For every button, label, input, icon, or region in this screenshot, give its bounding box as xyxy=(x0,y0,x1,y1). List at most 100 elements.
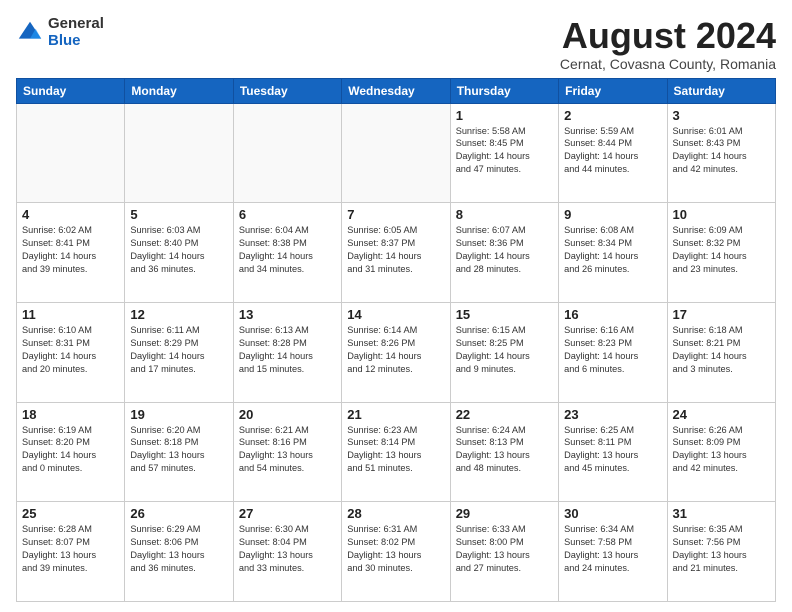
calendar-cell-w0-d0 xyxy=(17,103,125,203)
header-friday: Friday xyxy=(559,78,667,103)
calendar-cell-w3-d3: 21Sunrise: 6:23 AM Sunset: 8:14 PM Dayli… xyxy=(342,402,450,502)
header-thursday: Thursday xyxy=(450,78,558,103)
day-info: Sunrise: 6:15 AM Sunset: 8:25 PM Dayligh… xyxy=(456,324,553,376)
calendar-cell-w4-d2: 27 Sunrise: 6:30 AM Sunset: 8:04 PM Dayli… xyxy=(233,502,341,602)
day-info: Sunrise: 6:13 AM Sunset: 8:28 PM Dayligh… xyxy=(239,324,336,376)
calendar-cell-w1-d5: 9 Sunrise: 6:08 AM Sunset: 8:34 PM Daylig… xyxy=(559,203,667,303)
calendar-cell-w0-d3 xyxy=(342,103,450,203)
week-row-3: 11Sunrise: 6:10 AM Sunset: 8:31 PM Dayli… xyxy=(17,302,776,402)
logo-icon xyxy=(16,19,44,47)
calendar-cell-w3-d4: 22 Sunrise: 6:24 AM Sunset: 8:13 PM Dayli… xyxy=(450,402,558,502)
calendar-cell-w2-d6: 17 Sunrise: 6:18 AM Sunset: 8:21 PM Dayli… xyxy=(667,302,775,402)
day-info: Sunrise: 6:25 AM Sunset: 8:11 PM Dayligh… xyxy=(564,424,661,476)
calendar-cell-w0-d2 xyxy=(233,103,341,203)
day-info: Sunrise: 6:02 AM Sunset: 8:41 PM Dayligh… xyxy=(22,224,119,276)
calendar-cell-w3-d1: 19 Sunrise: 6:20 AM Sunset: 8:18 PM Dayli… xyxy=(125,402,233,502)
day-info: Sunrise: 6:35 AM Sunset: 7:56 PM Dayligh… xyxy=(673,523,770,575)
day-number: 7 xyxy=(347,207,444,222)
day-info: Sunrise: 5:58 AM Sunset: 8:45 PM Dayligh… xyxy=(456,125,553,177)
calendar-cell-w3-d2: 20Sunrise: 6:21 AM Sunset: 8:16 PM Dayli… xyxy=(233,402,341,502)
day-info: Sunrise: 6:33 AM Sunset: 8:00 PM Dayligh… xyxy=(456,523,553,575)
day-info: Sunrise: 6:30 AM Sunset: 8:04 PM Dayligh… xyxy=(239,523,336,575)
month-title: August 2024 xyxy=(560,16,776,56)
header-monday: Monday xyxy=(125,78,233,103)
logo-blue: Blue xyxy=(48,33,104,50)
day-number: 26 xyxy=(130,506,227,521)
calendar-cell-w1-d0: 4Sunrise: 6:02 AM Sunset: 8:41 PM Daylig… xyxy=(17,203,125,303)
day-info: Sunrise: 6:31 AM Sunset: 8:02 PM Dayligh… xyxy=(347,523,444,575)
day-info: Sunrise: 6:07 AM Sunset: 8:36 PM Dayligh… xyxy=(456,224,553,276)
day-info: Sunrise: 6:26 AM Sunset: 8:09 PM Dayligh… xyxy=(673,424,770,476)
day-number: 29 xyxy=(456,506,553,521)
week-row-5: 25Sunrise: 6:28 AM Sunset: 8:07 PM Dayli… xyxy=(17,502,776,602)
day-info: Sunrise: 6:14 AM Sunset: 8:26 PM Dayligh… xyxy=(347,324,444,376)
day-number: 10 xyxy=(673,207,770,222)
day-number: 24 xyxy=(673,407,770,422)
day-number: 23 xyxy=(564,407,661,422)
page: General Blue August 2024 Cernat, Covasna… xyxy=(0,0,792,612)
location: Cernat, Covasna County, Romania xyxy=(560,56,776,72)
day-number: 31 xyxy=(673,506,770,521)
day-number: 18 xyxy=(22,407,119,422)
calendar-cell-w4-d4: 29 Sunrise: 6:33 AM Sunset: 8:00 PM Dayli… xyxy=(450,502,558,602)
day-number: 16 xyxy=(564,307,661,322)
header-tuesday: Tuesday xyxy=(233,78,341,103)
calendar-cell-w2-d1: 12Sunrise: 6:11 AM Sunset: 8:29 PM Dayli… xyxy=(125,302,233,402)
day-info: Sunrise: 6:24 AM Sunset: 8:13 PM Dayligh… xyxy=(456,424,553,476)
header-wednesday: Wednesday xyxy=(342,78,450,103)
day-info: Sunrise: 6:19 AM Sunset: 8:20 PM Dayligh… xyxy=(22,424,119,476)
week-row-2: 4Sunrise: 6:02 AM Sunset: 8:41 PM Daylig… xyxy=(17,203,776,303)
calendar-cell-w1-d4: 8Sunrise: 6:07 AM Sunset: 8:36 PM Daylig… xyxy=(450,203,558,303)
calendar-table: Sunday Monday Tuesday Wednesday Thursday… xyxy=(16,78,776,602)
calendar-cell-w4-d3: 28 Sunrise: 6:31 AM Sunset: 8:02 PM Dayli… xyxy=(342,502,450,602)
day-info: Sunrise: 6:09 AM Sunset: 8:32 PM Dayligh… xyxy=(673,224,770,276)
calendar-cell-w4-d0: 25Sunrise: 6:28 AM Sunset: 8:07 PM Dayli… xyxy=(17,502,125,602)
header-sunday: Sunday xyxy=(17,78,125,103)
day-number: 2 xyxy=(564,108,661,123)
day-number: 17 xyxy=(673,307,770,322)
calendar-cell-w2-d3: 14 Sunrise: 6:14 AM Sunset: 8:26 PM Dayli… xyxy=(342,302,450,402)
title-block: August 2024 Cernat, Covasna County, Roma… xyxy=(560,16,776,72)
calendar-cell-w2-d0: 11Sunrise: 6:10 AM Sunset: 8:31 PM Dayli… xyxy=(17,302,125,402)
weekday-header-row: Sunday Monday Tuesday Wednesday Thursday… xyxy=(17,78,776,103)
logo-text: General Blue xyxy=(48,16,104,49)
day-number: 9 xyxy=(564,207,661,222)
calendar-cell-w0-d6: 3Sunrise: 6:01 AM Sunset: 8:43 PM Daylig… xyxy=(667,103,775,203)
day-info: Sunrise: 6:23 AM Sunset: 8:14 PM Dayligh… xyxy=(347,424,444,476)
day-info: Sunrise: 6:05 AM Sunset: 8:37 PM Dayligh… xyxy=(347,224,444,276)
day-number: 28 xyxy=(347,506,444,521)
day-info: Sunrise: 6:20 AM Sunset: 8:18 PM Dayligh… xyxy=(130,424,227,476)
day-number: 1 xyxy=(456,108,553,123)
calendar-cell-w4-d5: 30 Sunrise: 6:34 AM Sunset: 7:58 PM Dayli… xyxy=(559,502,667,602)
day-info: Sunrise: 6:03 AM Sunset: 8:40 PM Dayligh… xyxy=(130,224,227,276)
calendar-cell-w1-d6: 10 Sunrise: 6:09 AM Sunset: 8:32 PM Dayli… xyxy=(667,203,775,303)
calendar-cell-w3-d5: 23 Sunrise: 6:25 AM Sunset: 8:11 PM Dayli… xyxy=(559,402,667,502)
calendar-cell-w2-d4: 15Sunrise: 6:15 AM Sunset: 8:25 PM Dayli… xyxy=(450,302,558,402)
day-info: Sunrise: 6:08 AM Sunset: 8:34 PM Dayligh… xyxy=(564,224,661,276)
calendar-cell-w4-d6: 31 Sunrise: 6:35 AM Sunset: 7:56 PM Dayli… xyxy=(667,502,775,602)
logo-general: General xyxy=(48,16,104,33)
day-number: 5 xyxy=(130,207,227,222)
day-number: 3 xyxy=(673,108,770,123)
calendar-cell-w1-d1: 5 Sunrise: 6:03 AM Sunset: 8:40 PM Daylig… xyxy=(125,203,233,303)
calendar-cell-w0-d4: 1 Sunrise: 5:58 AM Sunset: 8:45 PM Daylig… xyxy=(450,103,558,203)
header: General Blue August 2024 Cernat, Covasna… xyxy=(16,16,776,72)
calendar-cell-w4-d1: 26Sunrise: 6:29 AM Sunset: 8:06 PM Dayli… xyxy=(125,502,233,602)
day-number: 30 xyxy=(564,506,661,521)
day-number: 25 xyxy=(22,506,119,521)
day-number: 22 xyxy=(456,407,553,422)
day-number: 19 xyxy=(130,407,227,422)
calendar-cell-w1-d3: 7 Sunrise: 6:05 AM Sunset: 8:37 PM Daylig… xyxy=(342,203,450,303)
calendar-cell-w3-d6: 24 Sunrise: 6:26 AM Sunset: 8:09 PM Dayli… xyxy=(667,402,775,502)
week-row-1: 1 Sunrise: 5:58 AM Sunset: 8:45 PM Daylig… xyxy=(17,103,776,203)
calendar-cell-w3-d0: 18 Sunrise: 6:19 AM Sunset: 8:20 PM Dayli… xyxy=(17,402,125,502)
day-info: Sunrise: 6:34 AM Sunset: 7:58 PM Dayligh… xyxy=(564,523,661,575)
logo: General Blue xyxy=(16,16,104,49)
day-number: 14 xyxy=(347,307,444,322)
calendar-cell-w1-d2: 6Sunrise: 6:04 AM Sunset: 8:38 PM Daylig… xyxy=(233,203,341,303)
day-number: 11 xyxy=(22,307,119,322)
day-info: Sunrise: 6:18 AM Sunset: 8:21 PM Dayligh… xyxy=(673,324,770,376)
day-info: Sunrise: 6:04 AM Sunset: 8:38 PM Dayligh… xyxy=(239,224,336,276)
day-info: Sunrise: 6:11 AM Sunset: 8:29 PM Dayligh… xyxy=(130,324,227,376)
day-number: 27 xyxy=(239,506,336,521)
